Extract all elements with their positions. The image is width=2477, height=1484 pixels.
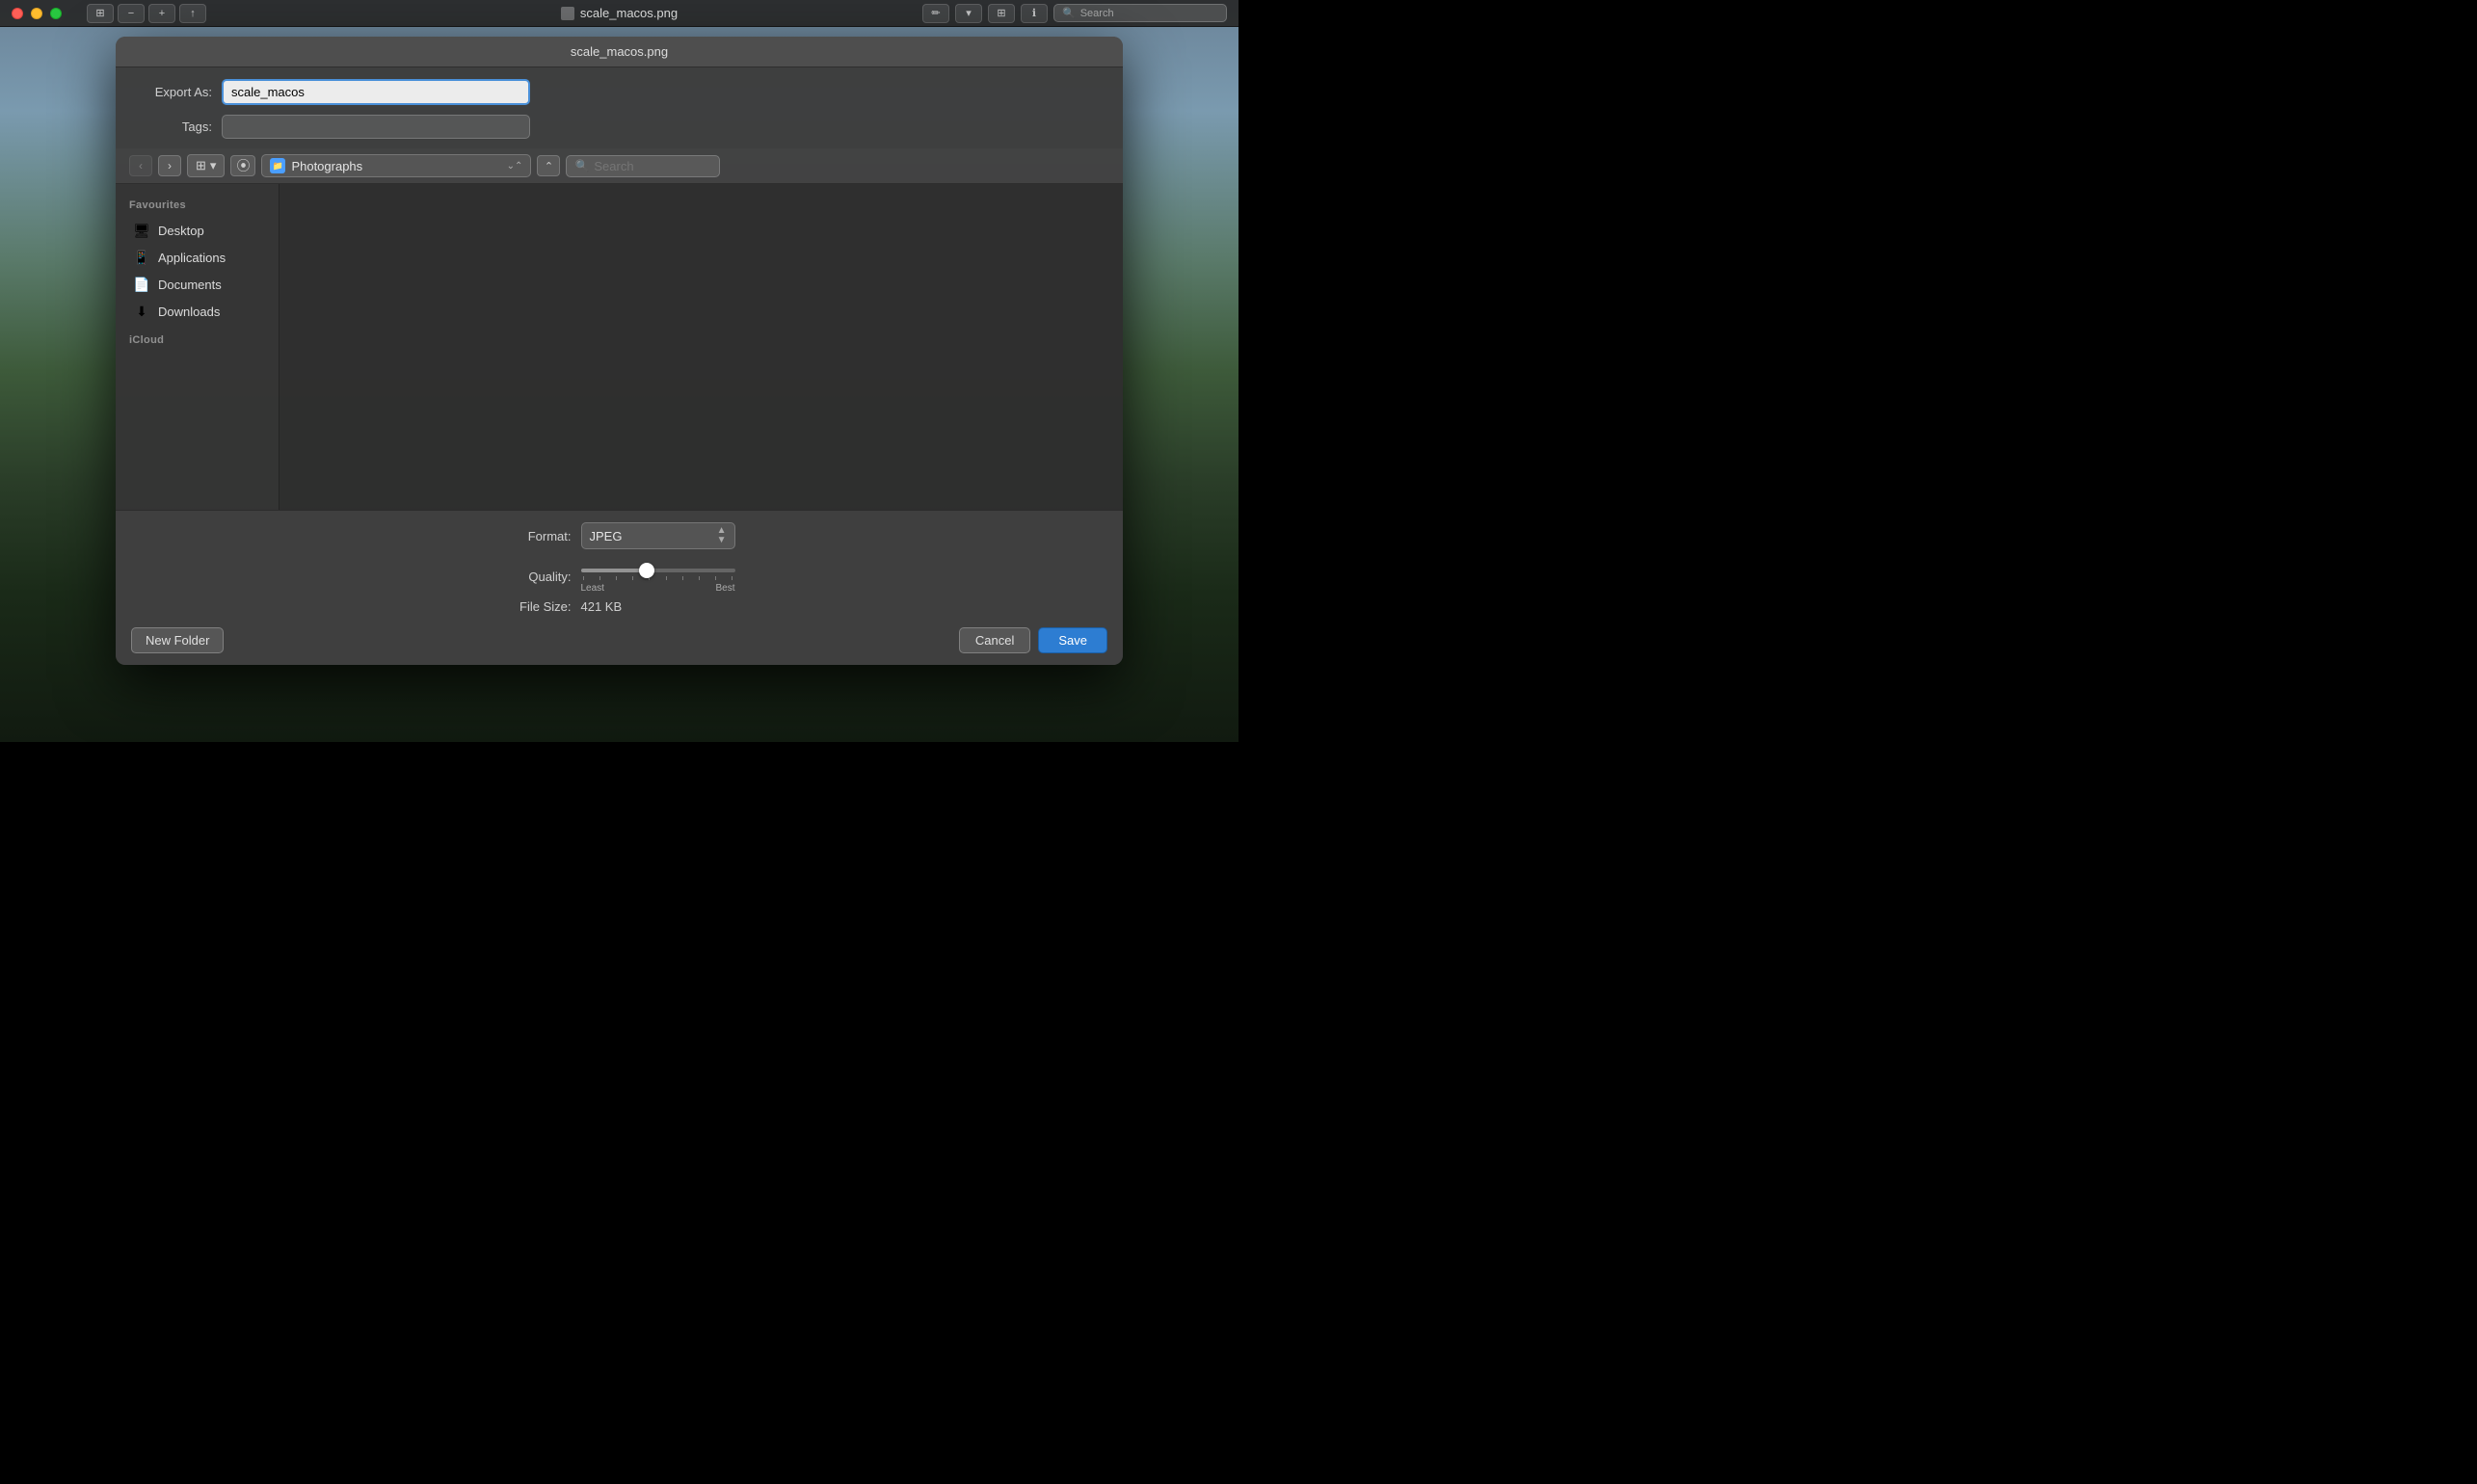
- minimize-button[interactable]: [31, 8, 42, 19]
- applications-icon: 📱: [133, 249, 150, 266]
- nav-search-icon: 🔍: [574, 159, 589, 172]
- columns-view-button[interactable]: ⦿: [230, 155, 255, 176]
- location-chevron-icon: ⌄⌃: [507, 161, 523, 172]
- sidebar-item-desktop[interactable]: 🖥 Desktop: [120, 217, 275, 244]
- quality-slider-container: Least Best: [581, 559, 735, 594]
- info-button[interactable]: ℹ: [1021, 4, 1048, 23]
- maximize-button[interactable]: [50, 8, 62, 19]
- edit-button[interactable]: ✏: [922, 4, 949, 23]
- favourites-header: Favourites: [116, 196, 279, 217]
- tags-label: Tags:: [135, 119, 212, 134]
- export-as-label: Export As:: [135, 85, 212, 99]
- format-label: Format:: [504, 529, 572, 543]
- save-dialog: scale_macos.png Export As: Tags: ‹ › ⊞ ▾…: [116, 37, 1123, 665]
- quality-slider-fill: [581, 569, 643, 572]
- sidebar-item-documents[interactable]: 📄 Documents: [120, 271, 275, 298]
- export-as-row: Export As:: [116, 67, 1123, 111]
- expand-icon: ⌃: [545, 160, 553, 172]
- search-icon: 🔍: [1062, 7, 1076, 19]
- title-bar-title: scale_macos.png: [561, 6, 678, 20]
- filesize-label: File Size:: [504, 599, 572, 614]
- sidebar-item-downloads[interactable]: ⬇ Downloads: [120, 298, 275, 325]
- file-icon: [561, 7, 574, 20]
- view-mode-main: ⊞ ▾: [188, 155, 224, 176]
- toolbar-tools: ⊞ − + ↑: [87, 4, 206, 23]
- sidebar-item-applications-label: Applications: [158, 251, 226, 265]
- cancel-button[interactable]: Cancel: [959, 627, 1030, 653]
- action-buttons: Cancel Save: [959, 627, 1107, 653]
- icloud-header: iCloud: [116, 325, 279, 352]
- quality-slider-ticks: [581, 576, 735, 580]
- traffic-lights: [12, 8, 62, 19]
- format-select[interactable]: JPEG ▲ ▼: [581, 522, 735, 549]
- filesize-row: File Size: 421 KB: [131, 599, 1107, 614]
- close-button[interactable]: [12, 8, 23, 19]
- quality-slider-labels: Least Best: [581, 583, 735, 594]
- quality-least-label: Least: [581, 583, 604, 594]
- sidebar-item-applications[interactable]: 📱 Applications: [120, 244, 275, 271]
- grid-view-icon: ⊞: [196, 158, 206, 173]
- tags-input[interactable]: [222, 115, 530, 139]
- buttons-row: New Folder Cancel Save: [131, 627, 1107, 653]
- downloads-icon: ⬇: [133, 303, 150, 320]
- format-row: Format: JPEG ▲ ▼: [131, 522, 1107, 549]
- forward-icon: ›: [168, 159, 172, 172]
- columns-icon: ⦿: [236, 156, 250, 175]
- nav-search[interactable]: 🔍: [566, 155, 720, 177]
- expand-button[interactable]: ⌃: [537, 155, 560, 176]
- tools-dropdown-button[interactable]: ▾: [955, 4, 982, 23]
- view-mode-arrow: ▾: [210, 158, 217, 173]
- filesize-value: 421 KB: [581, 599, 735, 614]
- view-toggle-button[interactable]: ⊞: [87, 4, 114, 23]
- folder-icon: 📁: [270, 158, 285, 173]
- dialog-title: scale_macos.png: [571, 44, 668, 59]
- back-icon: ‹: [139, 159, 143, 172]
- share-button[interactable]: ↑: [179, 4, 206, 23]
- zoom-out-button[interactable]: −: [118, 4, 145, 23]
- nav-toolbar: ‹ › ⊞ ▾ ⦿ 📁 Photographs ⌄⌃ ⌃ 🔍: [116, 148, 1123, 184]
- location-dropdown[interactable]: 📁 Photographs ⌄⌃: [261, 154, 531, 177]
- title-bar-right: ✏ ▾ ⊞ ℹ 🔍 Search: [922, 4, 1227, 23]
- search-bar[interactable]: 🔍 Search: [1053, 4, 1227, 22]
- save-button[interactable]: Save: [1038, 627, 1107, 653]
- format-select-arrows-icon: ▲ ▼: [717, 526, 727, 545]
- location-name: Photographs: [291, 159, 500, 173]
- quality-row: Quality:: [131, 559, 1107, 594]
- desktop-icon: 🖥: [133, 222, 150, 239]
- file-area: [280, 184, 1123, 510]
- quality-best-label: Best: [715, 583, 734, 594]
- tags-row: Tags:: [116, 111, 1123, 148]
- back-button[interactable]: ‹: [129, 155, 152, 176]
- format-select-value: JPEG: [590, 529, 711, 543]
- sidebar-item-downloads-label: Downloads: [158, 305, 220, 319]
- documents-icon: 📄: [133, 276, 150, 293]
- sidebar-item-desktop-label: Desktop: [158, 224, 204, 238]
- bottom-bar: Format: JPEG ▲ ▼ Quality:: [116, 510, 1123, 665]
- quality-slider-track: [581, 569, 735, 572]
- sidebar: Favourites 🖥 Desktop 📱 Applications 📄 Do…: [116, 184, 280, 510]
- view-mode-button[interactable]: ⊞ ▾: [187, 154, 225, 177]
- title-bar: ⊞ − + ↑ scale_macos.png ✏ ▾ ⊞ ℹ 🔍 Search: [0, 0, 1238, 27]
- action-button[interactable]: ⊞: [988, 4, 1015, 23]
- quality-label: Quality:: [504, 570, 572, 584]
- search-placeholder: Search: [1080, 8, 1114, 19]
- forward-button[interactable]: ›: [158, 155, 181, 176]
- window-title: scale_macos.png: [580, 6, 678, 20]
- new-folder-button[interactable]: New Folder: [131, 627, 224, 653]
- nav-search-input[interactable]: [594, 159, 711, 173]
- dialog-title-bar: scale_macos.png: [116, 37, 1123, 67]
- export-as-input[interactable]: [222, 79, 530, 105]
- sidebar-item-documents-label: Documents: [158, 278, 222, 292]
- main-content: Favourites 🖥 Desktop 📱 Applications 📄 Do…: [116, 184, 1123, 510]
- zoom-in-button[interactable]: +: [148, 4, 175, 23]
